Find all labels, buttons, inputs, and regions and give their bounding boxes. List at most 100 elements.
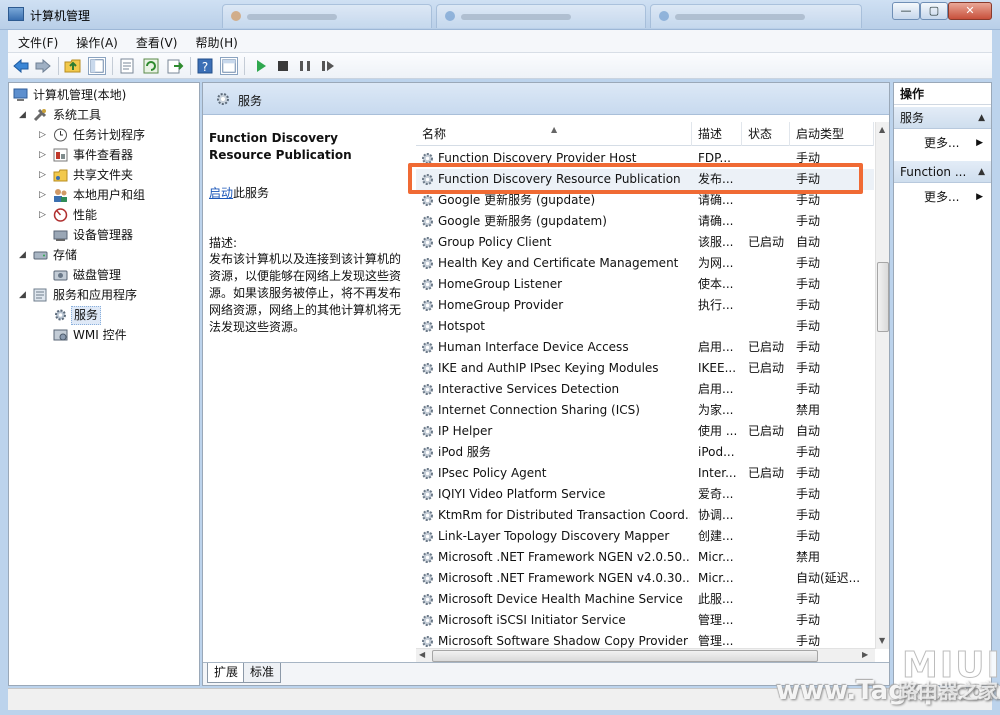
- menu-file[interactable]: 文件(F): [8, 30, 66, 51]
- gear-icon: [422, 447, 433, 458]
- collapsed-arrow-icon[interactable]: ▷: [39, 125, 49, 145]
- table-row[interactable]: Microsoft iSCSI Initiator Service 管理... 手动: [416, 610, 874, 631]
- table-row[interactable]: Link-Layer Topology Discovery Mapper 创建..…: [416, 526, 874, 547]
- menu-help[interactable]: 帮助(H): [185, 30, 245, 51]
- table-row[interactable]: Health Key and Certificate Management 为网.…: [416, 253, 874, 274]
- start-service-link[interactable]: 启动: [209, 186, 233, 200]
- gear-icon: [217, 93, 229, 105]
- service-startup-type: 禁用: [796, 550, 821, 564]
- properties-icon[interactable]: [118, 57, 136, 75]
- column-name[interactable]: 名称 ▲: [416, 122, 692, 146]
- services-title: 服务: [238, 94, 263, 108]
- table-row[interactable]: Human Interface Device Access 启用... 已启动 手动: [416, 337, 874, 358]
- table-row[interactable]: Microsoft .NET Framework NGEN v4.0.30...…: [416, 568, 874, 589]
- table-row[interactable]: HomeGroup Provider 执行... 手动: [416, 295, 874, 316]
- collapsed-arrow-icon[interactable]: ▷: [39, 205, 49, 225]
- help-icon[interactable]: ?: [196, 57, 214, 75]
- scroll-thumb[interactable]: [432, 650, 818, 662]
- collapsed-arrow-icon[interactable]: ▷: [39, 145, 49, 165]
- table-row[interactable]: iPod 服务 iPod... 手动: [416, 442, 874, 463]
- column-startup-type[interactable]: 启动类型: [790, 122, 874, 146]
- expanded-arrow-icon[interactable]: ◢: [19, 105, 29, 125]
- collapsed-arrow-icon[interactable]: ▷: [39, 185, 49, 205]
- start-service-icon[interactable]: [252, 57, 270, 75]
- performance-icon: [53, 208, 68, 222]
- table-row[interactable]: Group Policy Client 该服... 已启动 自动: [416, 232, 874, 253]
- service-startup-type: 手动: [796, 214, 821, 228]
- collapse-up-icon: ▲: [978, 167, 985, 177]
- table-row[interactable]: IPsec Policy Agent Inter... 已启动 手动: [416, 463, 874, 484]
- collapsed-arrow-icon[interactable]: ▷: [39, 165, 49, 185]
- table-row[interactable]: HomeGroup Listener 使本... 手动: [416, 274, 874, 295]
- forward-icon[interactable]: [34, 57, 52, 75]
- back-icon[interactable]: [12, 57, 30, 75]
- service-startup-type: 手动: [796, 445, 821, 459]
- pause-service-icon[interactable]: [296, 57, 314, 75]
- show-hide-tree-icon[interactable]: [88, 57, 106, 75]
- table-row[interactable]: Hotspot 手动: [416, 316, 874, 337]
- tab-extended[interactable]: 扩展: [207, 663, 246, 683]
- export-list-icon[interactable]: [166, 57, 184, 75]
- more-actions-services[interactable]: 更多...: [924, 133, 959, 153]
- table-row[interactable]: IQIYI Video Platform Service 爱奇... 手动: [416, 484, 874, 505]
- table-row[interactable]: Internet Connection Sharing (ICS) 为家... 禁用: [416, 400, 874, 421]
- service-startup-type: 手动: [796, 613, 821, 627]
- list-header: 名称 ▲ 描述 状态 启动类型: [416, 122, 874, 146]
- background-tab[interactable]: [222, 4, 432, 28]
- table-row[interactable]: Microsoft Device Health Machine Service 此…: [416, 589, 874, 610]
- highlight-annotation: [408, 163, 863, 194]
- table-row[interactable]: Microsoft .NET Framework NGEN v2.0.50...…: [416, 547, 874, 568]
- close-button[interactable]: ✕: [948, 2, 992, 20]
- scroll-down-icon[interactable]: ▼: [879, 636, 885, 645]
- minimize-button[interactable]: —: [892, 2, 920, 20]
- background-tab[interactable]: [650, 4, 862, 28]
- table-row[interactable]: KtmRm for Distributed Transaction Coord.…: [416, 505, 874, 526]
- column-description[interactable]: 描述: [692, 122, 742, 146]
- service-name: Interactive Services Detection: [438, 382, 620, 396]
- table-row[interactable]: IKE and AuthIP IPsec Keying Modules IKEE.…: [416, 358, 874, 379]
- start-service-suffix: 此服务: [233, 186, 270, 200]
- restart-service-icon[interactable]: [318, 57, 336, 75]
- column-status[interactable]: 状态: [742, 122, 790, 146]
- service-startup-type: 手动: [796, 361, 821, 375]
- system-tools-icon: [33, 108, 47, 122]
- vertical-scrollbar[interactable]: ▲ ▼: [875, 122, 889, 649]
- tree-label: 任务计划程序: [73, 128, 146, 142]
- refresh-icon[interactable]: [142, 57, 160, 75]
- service-startup-type: 手动: [796, 487, 821, 501]
- table-row[interactable]: Google 更新服务 (gupdatem) 请确... 手动: [416, 211, 874, 232]
- tree-label: 事件查看器: [73, 148, 134, 162]
- table-row[interactable]: Interactive Services Detection 启用... 手动: [416, 379, 874, 400]
- actions-group-selected-service[interactable]: Function ... ▲: [894, 161, 991, 183]
- up-folder-icon[interactable]: [64, 57, 82, 75]
- menu-action[interactable]: 操作(A): [66, 30, 126, 51]
- gear-icon: [422, 342, 433, 353]
- scroll-left-icon[interactable]: ◀: [419, 650, 425, 659]
- scroll-right-icon[interactable]: ▶: [862, 650, 868, 659]
- background-tab[interactable]: [436, 4, 646, 28]
- gear-icon: [422, 468, 433, 479]
- users-icon: [54, 189, 67, 202]
- service-name: IQIYI Video Platform Service: [438, 487, 606, 501]
- service-name: Google 更新服务 (gupdatem): [438, 214, 607, 228]
- service-description: IKEE...: [698, 361, 737, 375]
- tree-label: 存储: [53, 248, 78, 262]
- expanded-arrow-icon[interactable]: ◢: [19, 245, 29, 265]
- scroll-thumb[interactable]: [877, 262, 889, 332]
- actions-group-services[interactable]: 服务 ▲: [894, 107, 991, 129]
- horizontal-scrollbar[interactable]: ◀ ▶: [416, 648, 875, 662]
- expanded-arrow-icon[interactable]: ◢: [19, 285, 29, 305]
- tab-standard[interactable]: 标准: [243, 663, 282, 683]
- start-service-line: 启动此服务: [209, 184, 269, 201]
- scroll-up-icon[interactable]: ▲: [879, 125, 885, 134]
- sort-up-icon: ▲: [551, 125, 558, 134]
- service-status: 已启动: [748, 340, 785, 354]
- maximize-button[interactable]: ▢: [920, 2, 948, 20]
- table-row[interactable]: IP Helper 使用 ... 已启动 自动: [416, 421, 874, 442]
- stop-service-icon[interactable]: [274, 57, 292, 75]
- show-hide-action-pane-icon[interactable]: [220, 57, 238, 75]
- tree-label: 共享文件夹: [73, 168, 134, 182]
- storage-icon: [33, 251, 48, 260]
- menu-view[interactable]: 查看(V): [126, 30, 186, 51]
- more-actions-selected-service[interactable]: 更多...: [924, 187, 959, 207]
